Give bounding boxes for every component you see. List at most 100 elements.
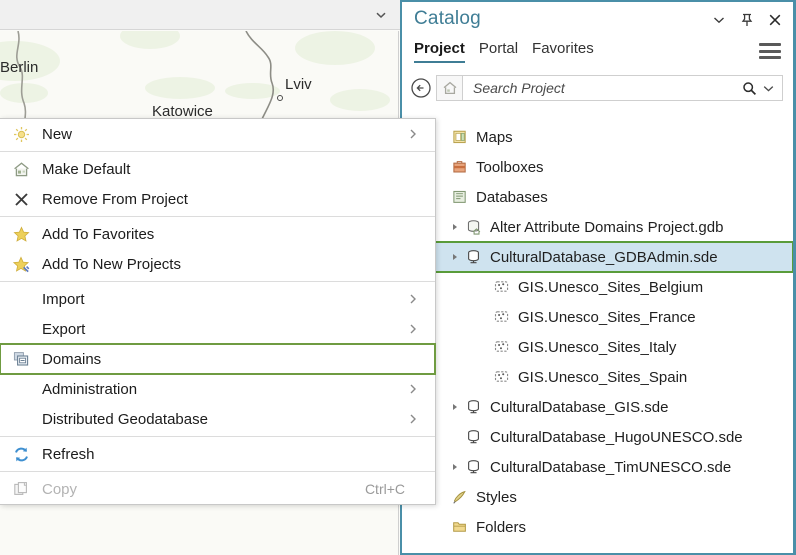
tab-project[interactable]: Project [414, 40, 465, 63]
domains-icon [0, 351, 42, 368]
menu-item-label: Domains [42, 350, 102, 368]
point-featureclass-icon [490, 369, 514, 385]
application-window: Berlin Katowice Lviv New Make Default Remo… [0, 0, 796, 555]
submenu-chevron-right-icon [407, 383, 419, 395]
point-featureclass-icon [490, 279, 514, 295]
tree-item-databases[interactable]: Databases [402, 182, 793, 212]
menu-item-import[interactable]: Import [0, 284, 435, 314]
catalog-header-buttons [711, 12, 783, 28]
expander-arrow-icon[interactable] [448, 464, 462, 470]
city-label-lviv: Lviv [285, 76, 312, 93]
sde-database-icon [462, 429, 486, 445]
context-menu[interactable]: New Make Default Remove From Project Add To… [0, 118, 436, 505]
menu-item-shortcut: Ctrl+C [364, 481, 405, 497]
city-dot-lviv [277, 95, 283, 101]
tree-item-maps[interactable]: Maps [402, 122, 793, 152]
chevron-down-icon[interactable] [374, 8, 388, 22]
back-arrow-icon[interactable] [410, 77, 432, 99]
menu-item-copy: Copy Ctrl+C [0, 474, 435, 504]
star-icon [0, 225, 42, 243]
tree-item-label: GIS.Unesco_Sites_Belgium [518, 278, 704, 296]
search-icon[interactable] [742, 81, 757, 96]
close-icon[interactable] [767, 12, 783, 28]
tree-item-alter-attribute-domains-project-gdb[interactable]: Alter Attribute Domains Project.gdb [402, 212, 793, 242]
tab-portal[interactable]: Portal [479, 40, 518, 61]
menu-item-refresh[interactable]: Refresh [0, 439, 435, 469]
tree-item-culturaldatabase-gdbadmin-sde[interactable]: CulturalDatabase_GDBAdmin.sde [402, 241, 793, 273]
expander-arrow-icon[interactable] [448, 224, 462, 230]
styles-icon [448, 489, 472, 505]
search-box[interactable] [462, 75, 783, 101]
menu-item-label: Import [42, 290, 85, 308]
hamburger-icon[interactable] [759, 43, 781, 59]
chevron-down-icon[interactable] [711, 12, 727, 28]
menu-item-label: Add To Favorites [42, 225, 155, 243]
tree-item-culturaldatabase-timunesco-sde[interactable]: CulturalDatabase_TimUNESCO.sde [402, 452, 793, 482]
expander-arrow-icon[interactable] [448, 254, 462, 260]
menu-item-label: Distributed Geodatabase [42, 410, 208, 428]
catalog-panel: Catalog Project Portal Favorites Search … [400, 0, 796, 555]
tree-item-label: CulturalDatabase_HugoUNESCO.sde [490, 428, 743, 446]
menu-item-remove-from-project[interactable]: Remove From Project [0, 184, 435, 214]
submenu-chevron-right-icon [407, 323, 419, 335]
panel-title: Catalog [414, 8, 481, 29]
tab-favorites[interactable]: Favorites [532, 40, 594, 61]
menu-item-export[interactable]: Export [0, 314, 435, 344]
menu-item-label: Make Default [42, 160, 131, 178]
tree-item-toolboxes[interactable]: Toolboxes [402, 152, 793, 182]
tree-item-gis-unesco-sites-spain[interactable]: GIS.Unesco_Sites_Spain [402, 362, 793, 392]
menu-item-administration[interactable]: Administration [0, 374, 435, 404]
menu-item-domains[interactable]: Domains [0, 343, 436, 375]
city-label-berlin: Berlin [0, 59, 39, 76]
menu-item-label: Copy [42, 480, 78, 498]
tree-item-gis-unesco-sites-belgium[interactable]: GIS.Unesco_Sites_Belgium [402, 272, 793, 302]
tree-item-label: CulturalDatabase_GIS.sde [490, 398, 669, 416]
pin-icon[interactable] [739, 12, 755, 28]
submenu-chevron-right-icon [407, 128, 419, 140]
refresh-icon [0, 446, 42, 463]
tree-item-label: GIS.Unesco_Sites_France [518, 308, 696, 326]
home-icon[interactable] [436, 75, 462, 101]
tree-item-culturaldatabase-hugounesco-sde[interactable]: CulturalDatabase_HugoUNESCO.sde [402, 422, 793, 452]
tree-item-folders[interactable]: Folders [402, 512, 793, 542]
tree-item-label: Styles [476, 488, 517, 506]
tree-item-styles[interactable]: Styles [402, 482, 793, 512]
gdb-home-icon [462, 219, 486, 235]
catalog-tree[interactable]: Maps Toolboxes Databases Alter Attribute Do… [402, 120, 793, 553]
close-x-icon [0, 191, 42, 208]
expander-arrow-icon[interactable] [448, 404, 462, 410]
sun-new-icon [0, 126, 42, 143]
chevron-down-icon[interactable] [761, 81, 776, 96]
toolbox-icon [448, 159, 472, 175]
tree-item-culturaldatabase-gis-sde[interactable]: CulturalDatabase_GIS.sde [402, 392, 793, 422]
tree-item-label: Maps [476, 128, 513, 146]
menu-item-distributed-geodatabase[interactable]: Distributed Geodatabase [0, 404, 435, 434]
menu-item-new[interactable]: New [0, 119, 435, 149]
home-icon [0, 161, 42, 178]
tree-item-gis-unesco-sites-italy[interactable]: GIS.Unesco_Sites_Italy [402, 332, 793, 362]
star-pin-icon [0, 255, 42, 273]
copy-icon [0, 481, 42, 498]
search-input[interactable] [471, 79, 738, 97]
menu-item-label: Add To New Projects [42, 255, 181, 273]
tree-item-label: Alter Attribute Domains Project.gdb [490, 218, 724, 236]
menu-separator [0, 281, 435, 282]
sde-database-icon [462, 249, 486, 265]
tree-item-label: CulturalDatabase_GDBAdmin.sde [490, 248, 718, 266]
menu-item-label: Refresh [42, 445, 95, 463]
search-row [402, 70, 793, 104]
sde-database-icon [462, 459, 486, 475]
catalog-tabs: Project Portal Favorites [402, 40, 793, 70]
menu-item-make-default[interactable]: Make Default [0, 154, 435, 184]
tree-item-label: Folders [476, 518, 527, 536]
databases-icon [448, 189, 472, 205]
tree-item-gis-unesco-sites-france[interactable]: GIS.Unesco_Sites_France [402, 302, 793, 332]
menu-item-add-to-favorites[interactable]: Add To Favorites [0, 219, 435, 249]
tree-item-label: CulturalDatabase_TimUNESCO.sde [490, 458, 732, 476]
menu-item-add-to-new-projects[interactable]: Add To New Projects [0, 249, 435, 279]
menu-item-label: Administration [42, 380, 138, 398]
menu-item-label: Export [42, 320, 86, 338]
menu-separator [0, 471, 435, 472]
maps-folder-icon [448, 129, 472, 145]
folders-icon [448, 519, 472, 535]
